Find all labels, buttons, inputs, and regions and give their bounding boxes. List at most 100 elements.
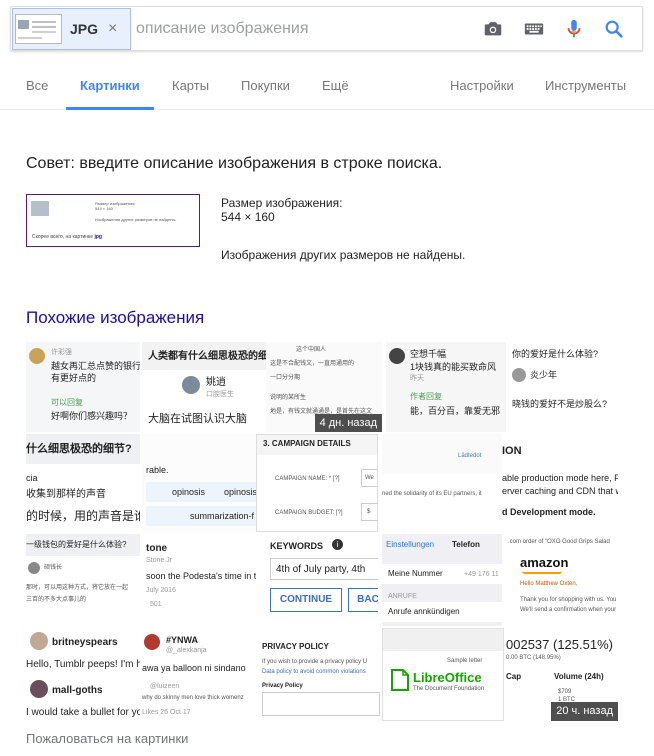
privacy-policy-field[interactable]	[262, 692, 380, 716]
tile-text: $	[367, 509, 371, 515]
image-tile[interactable]: ION able production mode here, Produ erv…	[502, 434, 618, 532]
tab-maps[interactable]: Карты	[172, 62, 209, 109]
tile-text: 4th of July party, 4th	[276, 564, 366, 575]
close-icon[interactable]: ×	[108, 20, 117, 38]
image-tile[interactable]: #YNWA @_alexkanja awa ya balloon ni sind…	[142, 628, 256, 721]
avatar	[389, 348, 405, 364]
tile-text: .com order of "OXO Good Grips Salad	[508, 539, 610, 545]
tile-text: Data policy to avoid common violations	[262, 669, 366, 675]
chip-thumbnail	[15, 14, 62, 44]
tile-text: If you wish to provide a privacy policy …	[262, 659, 368, 665]
image-tile[interactable]: tone Stone.Jr soon the Podesta's time in…	[142, 534, 256, 626]
avatar	[30, 632, 48, 650]
tile-text: CAMPAIGN BUDGET: [?]	[275, 510, 343, 516]
similar-images-link[interactable]: Похожие изображения	[26, 308, 204, 328]
tile-text: 一级钱包的爱好是什么体验?	[26, 540, 127, 549]
query-image-thumbnail[interactable]: Размер изображения: 544 × 160 Изображени…	[26, 194, 200, 247]
image-tile[interactable]: KEYWORDS i 4th of July party, 4th CONTIN…	[258, 534, 378, 626]
tile-text: $709	[558, 689, 572, 695]
tile-text: 人类都有什么细思极恐的细	[148, 351, 266, 362]
tile-text: +49 176 11	[464, 571, 499, 578]
tile-text: 炎少年	[530, 370, 558, 380]
tile-text: summarization-f	[190, 511, 255, 521]
tile-text: Likes 26 Oct 17	[142, 709, 191, 716]
avatar	[182, 376, 200, 394]
image-tile[interactable]: .com order of "OXO Good Grips Salad amaz…	[504, 534, 618, 626]
search-tip: Совет: введите описание изображения в ст…	[26, 155, 443, 172]
tile-text: rable.	[146, 465, 169, 475]
continue-button[interactable]: CONTINUE	[270, 588, 342, 612]
tab-bar: Все Картинки Карты Покупки Ещё Настройки…	[0, 62, 654, 110]
libreoffice-icon	[391, 669, 409, 691]
image-tile[interactable]: 空想千幅 1块钱真的能买致命风 昨天 作者回复 能，百分百，靠爱无邪	[386, 342, 506, 432]
age-badge: 20 ч. назад	[551, 702, 618, 721]
tab-images[interactable]: Картинки	[66, 62, 154, 110]
amazon-smile	[522, 571, 562, 574]
tab-tools[interactable]: Инструменты	[545, 62, 626, 109]
camera-icon[interactable]	[482, 18, 504, 40]
tile-text: why do skinny men love thick womenz	[142, 695, 244, 701]
tile-text: Hello Matthew Oxten,	[520, 581, 578, 587]
tile-text: Einstellungen	[386, 540, 435, 549]
tile-text: 许彩强	[51, 349, 72, 356]
thumb-link: Скорее всего, на картинке jpg	[32, 234, 102, 240]
amazon-logo: amazon	[520, 555, 569, 570]
image-tile[interactable]: 许彩强 越女再汇总点赞的银行理 有更好点的 可以回复 好啊你们感兴趣吗？	[26, 342, 140, 432]
tab-settings[interactable]: Настройки	[450, 62, 514, 109]
similar-images-grid: 许彩强 越女再汇总点赞的银行理 有更好点的 可以回复 好啊你们感兴趣吗？ 人类都…	[26, 342, 618, 721]
tile-text: 这个中国人	[296, 347, 327, 353]
tile-text: 作者回复	[410, 392, 442, 401]
tile-text: 硕钱长	[44, 565, 63, 571]
tile-text: Hello, Tumblr peeps! I'm her	[26, 659, 140, 670]
tab-more[interactable]: Ещё	[322, 62, 349, 109]
info-icon: i	[332, 539, 343, 550]
tile-text: KEYWORDS	[270, 541, 324, 551]
tile-text: mall-goths	[52, 685, 103, 696]
avatar	[28, 562, 40, 574]
microphone-icon[interactable]	[563, 18, 585, 40]
tile-text: 空想千幅	[410, 349, 447, 359]
tile-text: 1块钱真的能买致命风	[410, 362, 497, 372]
image-tile[interactable]: 一级钱包的爱好是什么体验? 硕钱长 那时，可以用这种方式，将它放在一起 三百的不…	[26, 534, 140, 626]
image-tile[interactable]: PRIVACY POLICY If you wish to provide a …	[258, 628, 380, 721]
image-tile[interactable]: 什么细思极恐的细节? cia 收集到那样的声音 的时候，用的声音是谁的	[26, 434, 140, 532]
avatar	[144, 634, 160, 650]
search-box[interactable]: JPG ×	[10, 6, 643, 51]
image-tile[interactable]: 你的爱好是什么体验? 炎少年 晓钱的爱好不是炒股么?	[508, 342, 618, 432]
age-badge: 4 дн. назад	[314, 414, 382, 432]
tile-text: Lädtedot	[458, 453, 482, 459]
image-tile[interactable]: rable. opinosis opinosis summarization-f	[142, 434, 266, 532]
image-chip[interactable]: JPG ×	[12, 8, 131, 50]
image-tile[interactable]: 人类都有什么细思极恐的细 姚逍 口腔医生 大脑在试图认识大脑	[142, 342, 266, 432]
tile-text: July 2016	[146, 587, 176, 594]
tile-text: 三百的不多大点事儿的	[26, 597, 87, 603]
avatar	[30, 680, 48, 698]
tile-text: britneyspears	[52, 637, 118, 648]
image-tile[interactable]: Einstellungen Telefon Meine Nummer +49 1…	[382, 534, 502, 626]
image-tile[interactable]: britneyspears Hello, Tumblr peeps! I'm h…	[26, 628, 140, 721]
tab-shopping[interactable]: Покупки	[241, 62, 290, 109]
tile-text: opinosis	[224, 487, 258, 497]
tile-text: awa ya balloon ni sindano	[142, 663, 246, 673]
tile-text: Cap	[506, 672, 522, 681]
tile-text: ANRUFE	[388, 593, 417, 600]
tab-all[interactable]: Все	[26, 62, 48, 109]
image-tile[interactable]: Sample letter LibreOffice The Document F…	[382, 628, 504, 721]
tile-text: 可以回复	[51, 398, 83, 407]
avatar	[29, 348, 45, 364]
image-tile[interactable]: 这个中国人 这是不合配钱文，一直用通用的 一口分分期 说明的某所生 地是，有钱文…	[266, 342, 382, 432]
tile-text: 这是不合配钱文，一直用通用的	[270, 361, 355, 367]
tile-text: 3. CAMPAIGN DETAILS	[263, 439, 351, 448]
tile-header	[383, 629, 503, 651]
report-images-link[interactable]: Пожаловаться на картинки	[26, 731, 188, 746]
image-tile[interactable]: 3. CAMPAIGN DETAILS CAMPAIGN NAME: * [?]…	[256, 434, 378, 532]
keyboard-icon[interactable]	[523, 18, 545, 40]
back-button[interactable]: BAC	[348, 588, 378, 612]
image-tile[interactable]: 002537 (125.51%) 0.00 BTC (148.95%) Cap …	[506, 628, 618, 721]
tile-text: 002537 (125.51%)	[506, 637, 613, 652]
search-input[interactable]	[136, 17, 436, 41]
image-tile[interactable]: ned the solidarity of its EU partners, i…	[382, 434, 502, 532]
tile-text: 你的爱好是什么体验?	[512, 349, 599, 359]
search-icon[interactable]	[603, 18, 625, 40]
tile-text: tone	[146, 543, 168, 554]
